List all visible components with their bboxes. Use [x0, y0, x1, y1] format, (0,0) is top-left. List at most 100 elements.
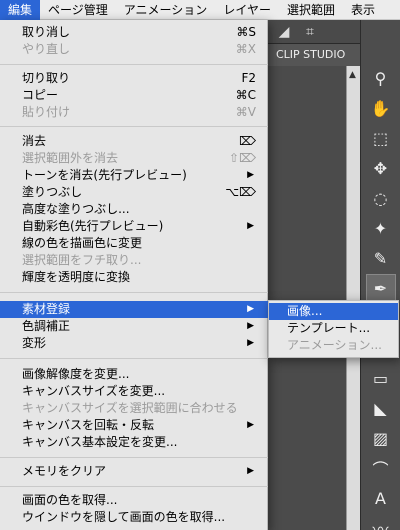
submenu-arrow-icon: ▶	[247, 221, 254, 231]
text-icon[interactable]: A	[366, 484, 396, 512]
menu-item-label: 画像解像度を変更...	[22, 367, 130, 381]
menu-item-redo[interactable]: やり直し ⌘X	[0, 41, 268, 58]
menubar-item-edit[interactable]: 編集	[0, 0, 41, 20]
menu-bar: 編集 ページ管理 アニメーション レイヤー 選択範囲 表示	[0, 0, 400, 20]
menu-item-luminance-to-transparency[interactable]: 輝度を透明度に変換	[0, 269, 268, 286]
edit-menu: 取り消し ⌘S やり直し ⌘X 切り取り F2 コピー ⌘C 貼り付け ⌘V 消去 ⌦ 選択…	[0, 20, 268, 530]
menu-item-label: 取り消し	[22, 25, 71, 39]
operation-icon[interactable]: ✥	[366, 154, 396, 182]
shortcut: F2	[241, 71, 256, 85]
menu-item-paste[interactable]: 貼り付け ⌘V	[0, 104, 268, 121]
menu-item-change-resolution[interactable]: 画像解像度を変更...	[0, 366, 268, 383]
fill-bucket-icon[interactable]: ◢	[276, 24, 292, 40]
submenu-arrow-icon: ▶	[247, 170, 254, 180]
menu-item-change-canvas-size[interactable]: キャンバスサイズを変更...	[0, 383, 268, 400]
zoom-icon[interactable]: ⚲	[366, 64, 396, 92]
vector-icon[interactable]: 〰	[366, 514, 396, 530]
submenu-arrow-icon: ▶	[247, 420, 254, 430]
menu-item-fit-canvas-to-selection[interactable]: キャンバスサイズを選択範囲に合わせる	[0, 400, 268, 417]
clip-studio-title: CLIP STUDIO	[268, 44, 360, 66]
separator	[0, 292, 268, 293]
separator	[0, 457, 268, 458]
menu-item-label: 塗りつぶし	[22, 185, 83, 199]
menu-item-border-selection[interactable]: 選択範囲をフチ取り...	[0, 252, 268, 269]
lasso-icon[interactable]: ◌	[366, 184, 396, 212]
submenu-arrow-icon: ▶	[247, 321, 254, 331]
menubar-item-view[interactable]: 表示	[343, 0, 383, 20]
menu-item-fill[interactable]: 塗りつぶし ⌥⌦	[0, 184, 268, 201]
menu-item-change-line-color[interactable]: 線の色を描画色に変更	[0, 235, 268, 252]
menu-item-erase-tone[interactable]: トーンを消去(先行プレビュー) ▶	[0, 167, 268, 184]
menu-item-copy[interactable]: コピー ⌘C	[0, 87, 268, 104]
menu-item-label: 線の色を描画色に変更	[22, 236, 143, 250]
menu-item-auto-color[interactable]: 自動彩色(先行プレビュー) ▶	[0, 218, 268, 235]
menu-item-transform[interactable]: 変形 ▶	[0, 335, 268, 352]
shortcut: ⌘X	[235, 42, 256, 56]
menu-item-label: ウインドウを隠して画面の色を取得...	[22, 510, 226, 524]
menubar-item-selection[interactable]: 選択範囲	[279, 0, 343, 20]
fill-icon[interactable]: ◣	[366, 394, 396, 422]
submenu-arrow-icon: ▶	[247, 338, 254, 348]
menu-item-hide-window-get-screen-color[interactable]: ウインドウを隠して画面の色を取得...	[0, 509, 268, 526]
menu-item-rotate-flip-canvas[interactable]: キャンバスを回転・反転 ▶	[0, 417, 268, 434]
menu-item-clear-memory[interactable]: メモリをクリア ▶	[0, 463, 268, 480]
submenu-item-image[interactable]: 画像...	[269, 303, 398, 320]
submenu-arrow-icon: ▶	[247, 304, 254, 314]
menu-item-label: キャンバスを回転・反転	[22, 418, 155, 432]
shortcut: ⌘S	[236, 25, 256, 39]
scroll-up-icon[interactable]: ▲	[349, 70, 356, 80]
menu-item-label: 高度な塗りつぶし...	[22, 202, 130, 216]
menu-item-advanced-fill[interactable]: 高度な塗りつぶし...	[0, 201, 268, 218]
menubar-item-animation[interactable]: アニメーション	[116, 0, 216, 20]
menu-item-label: トーンを消去(先行プレビュー)	[22, 168, 187, 182]
menu-item-clear[interactable]: 消去 ⌦	[0, 133, 268, 150]
separator	[0, 126, 268, 127]
figure-icon[interactable]: ⌒	[366, 454, 396, 482]
eyedropper-icon[interactable]: ✎	[366, 244, 396, 272]
menu-item-label: 選択範囲をフチ取り...	[22, 253, 142, 267]
eraser-icon[interactable]: ▭	[366, 364, 396, 392]
menu-item-label: 素材登録	[22, 302, 71, 316]
menu-item-cut[interactable]: 切り取り F2	[0, 70, 268, 87]
menubar-item-layer[interactable]: レイヤー	[215, 0, 279, 20]
menu-item-label: キャンバスサイズを変更...	[22, 384, 166, 398]
shortcut: ⌦	[239, 134, 256, 148]
wand-icon[interactable]: ✦	[366, 214, 396, 242]
menu-item-canvas-basic-settings[interactable]: キャンバス基本設定を変更...	[0, 434, 268, 451]
menu-item-label: 画面の色を取得...	[22, 493, 118, 507]
menu-item-register-material[interactable]: 素材登録 ▶	[0, 301, 268, 318]
object-icon[interactable]: ⬚	[366, 124, 396, 152]
gradient-icon[interactable]: ▨	[366, 424, 396, 452]
hand-icon[interactable]: ✋	[366, 94, 396, 122]
menu-item-label: 切り取り	[22, 71, 71, 85]
menu-item-tonal-correction[interactable]: 色調補正 ▶	[0, 318, 268, 335]
menu-item-clear-outside-selection[interactable]: 選択範囲外を消去 ⇧⌦	[0, 150, 268, 167]
menu-item-label: キャンバスサイズを選択範囲に合わせる	[22, 401, 238, 415]
submenu-item-template[interactable]: テンプレート...	[269, 320, 398, 337]
menu-item-label: 選択範囲外を消去	[22, 151, 119, 165]
menu-item-label: 消去	[22, 134, 47, 148]
menu-item-label: 色調補正	[22, 319, 71, 333]
pen-icon[interactable]: ✒	[365, 274, 396, 302]
menu-item-label: キャンバス基本設定を変更...	[22, 435, 178, 449]
menu-item-label: 輝度を透明度に変換	[22, 270, 131, 284]
menu-item-label: 貼り付け	[22, 105, 71, 119]
canvas-area	[268, 66, 346, 530]
menubar-item-page-management[interactable]: ページ管理	[40, 0, 116, 20]
register-material-submenu: 画像... テンプレート... アニメーション...	[268, 300, 399, 358]
separator	[0, 358, 268, 359]
submenu-item-animation[interactable]: アニメーション...	[269, 337, 398, 354]
menu-item-undo[interactable]: 取り消し ⌘S	[0, 24, 268, 41]
app-toolbar: ◢ ⌗	[268, 20, 360, 44]
transform-icon[interactable]: ⌗	[302, 24, 318, 40]
separator	[0, 64, 268, 65]
menu-item-get-screen-color[interactable]: 画面の色を取得...	[0, 492, 268, 509]
submenu-arrow-icon: ▶	[247, 466, 254, 476]
shortcut: ⌘V	[235, 105, 256, 119]
panel-scrollbar[interactable]: ▲	[346, 66, 360, 530]
shortcut: ⌘C	[235, 88, 256, 102]
menu-item-label: コピー	[22, 88, 59, 102]
menu-item-label: やり直し	[22, 42, 71, 56]
menu-item-label: 自動彩色(先行プレビュー)	[22, 219, 164, 233]
